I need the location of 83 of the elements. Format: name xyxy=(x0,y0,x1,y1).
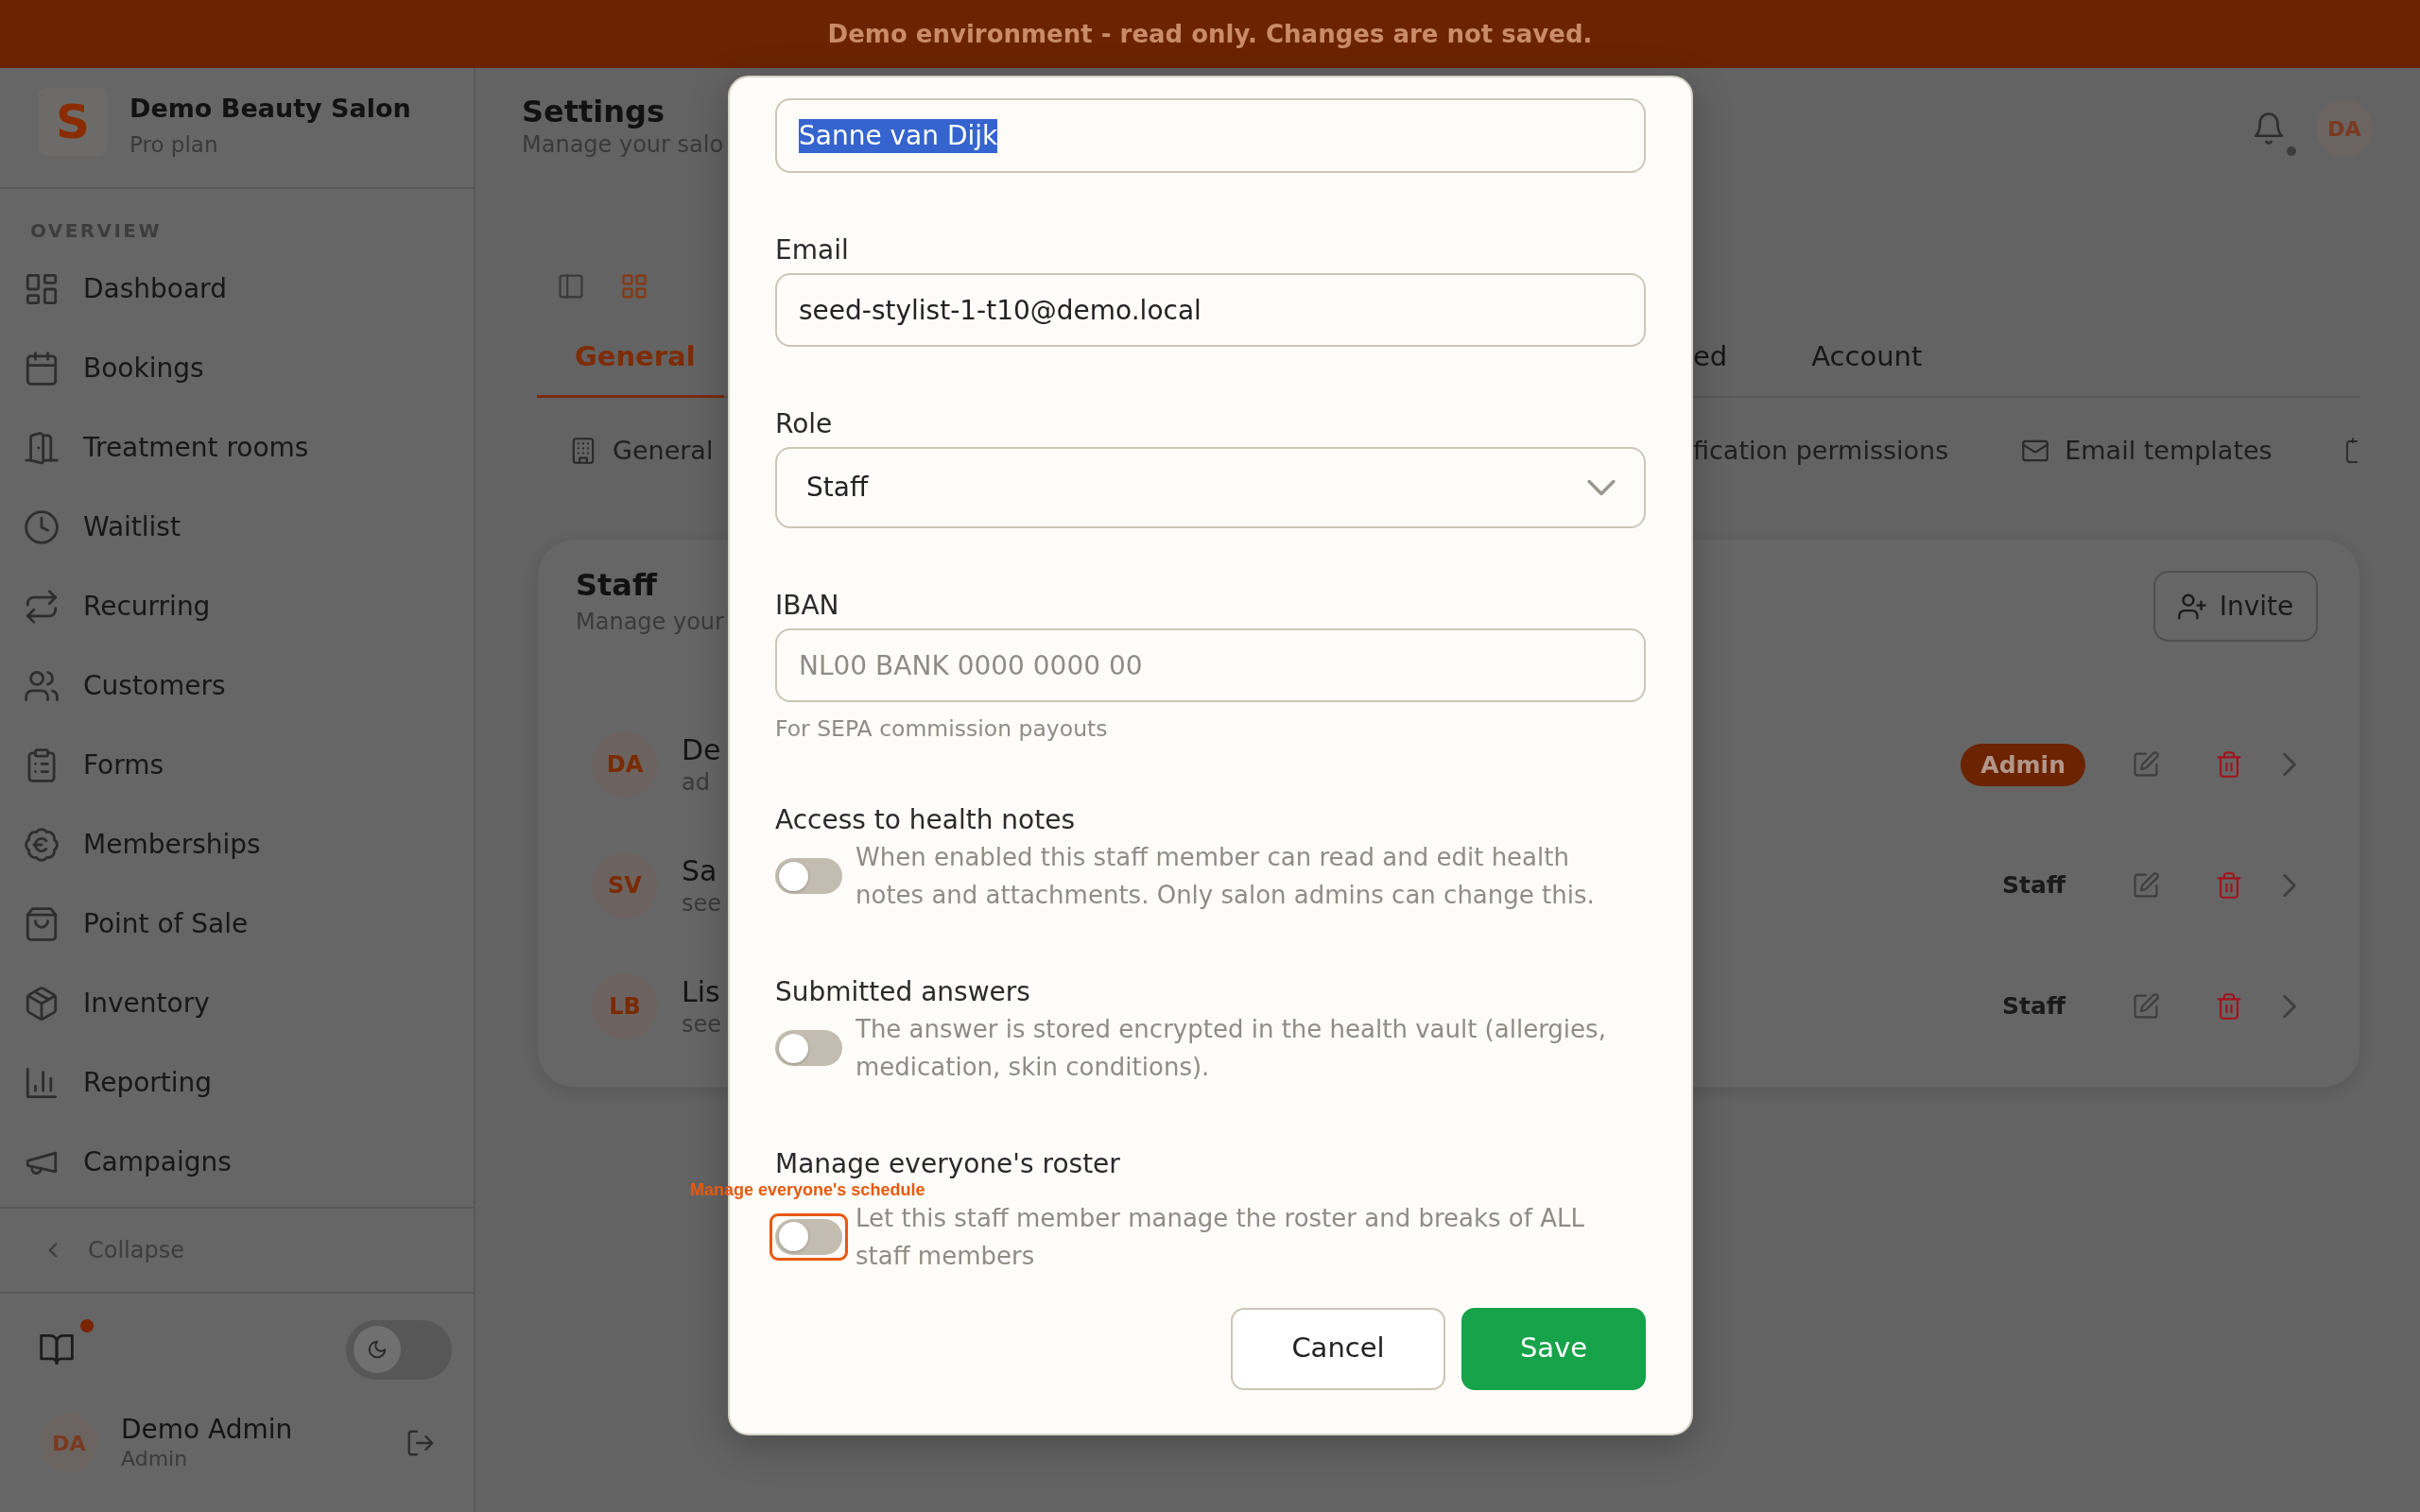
logout-icon[interactable] xyxy=(406,1429,435,1457)
book-icon[interactable] xyxy=(40,1332,74,1366)
select-field[interactable]: Staff xyxy=(775,447,1646,528)
clock-icon xyxy=(25,510,59,544)
sidebar-item[interactable]: Waitlist xyxy=(8,488,466,567)
grid-icon[interactable] xyxy=(621,273,648,300)
sidebar-item[interactable]: Recurring xyxy=(8,567,466,646)
banner-message: Demo environment - read only. Changes are not saved. xyxy=(827,19,1593,50)
calendar-icon xyxy=(25,352,59,386)
salon-name: Demo Beauty Salon xyxy=(130,93,411,125)
sidebar-panel-icon[interactable] xyxy=(558,273,584,300)
input-field[interactable]: seed-stylist-1-t10@demo.local xyxy=(775,273,1646,347)
role-label: Staff xyxy=(2001,991,2066,1022)
sidebar-item[interactable]: Bookings xyxy=(8,329,466,408)
trash-icon[interactable] xyxy=(2216,751,2242,778)
toggle-description: When enabled this staff member can read and edit health notes and attachments. Only salon admins can change this. xyxy=(856,842,1596,911)
user-plus-icon xyxy=(2177,592,2206,621)
toggle-label: Submitted answers xyxy=(775,975,1030,1008)
role-label: Staff xyxy=(2001,870,2066,901)
selected-text: Sanne van Dijk xyxy=(799,118,998,153)
chevron-right-icon[interactable] xyxy=(2282,993,2297,1020)
building-icon xyxy=(570,438,596,464)
sidebar-item[interactable]: Campaigns xyxy=(8,1123,466,1202)
sidebar-item[interactable]: Forms xyxy=(8,726,466,805)
sidebar-item[interactable]: Customers xyxy=(8,646,466,726)
sub-tab[interactable]: Email templates xyxy=(2022,435,2273,467)
dashboard-icon xyxy=(25,272,59,306)
sidebar-item[interactable]: Inventory xyxy=(8,964,466,1043)
cancel-button[interactable]: Cancel xyxy=(1231,1307,1445,1390)
field-label: IBAN xyxy=(775,589,840,623)
sub-tab[interactable]: General xyxy=(570,435,714,467)
trash-icon[interactable] xyxy=(2216,872,2242,899)
edit-icon[interactable] xyxy=(2133,872,2159,899)
brand-logo: S xyxy=(39,88,107,156)
card-title: Staff xyxy=(576,566,659,604)
field-label: Role xyxy=(775,407,834,441)
page-title: Settings xyxy=(522,93,666,130)
staff-avatar: SV xyxy=(592,852,658,919)
toggle-label: Access to health notes xyxy=(775,803,1075,836)
staff-name: De xyxy=(682,732,721,768)
bell-icon[interactable] xyxy=(2253,112,2285,145)
edit-icon[interactable] xyxy=(2133,751,2159,778)
euro-badge-icon xyxy=(25,828,59,862)
invite-button[interactable]: Invite xyxy=(2153,571,2318,642)
staff-avatar: LB xyxy=(592,973,658,1040)
field-label: Email xyxy=(775,233,850,267)
user-name: Demo Admin xyxy=(121,1414,294,1446)
toggle-description: Let this staff member manage the roster and breaks of ALL staff members xyxy=(856,1202,1585,1272)
tab[interactable]: ed xyxy=(1693,326,1728,398)
trash-icon[interactable] xyxy=(2216,993,2242,1020)
field-hint: For SEPA commission payouts xyxy=(775,714,1109,744)
sub-tab[interactable]: fication permissions xyxy=(1693,435,1949,467)
door-icon xyxy=(25,431,59,465)
toggle-switch[interactable] xyxy=(775,1030,842,1066)
input-field[interactable]: Sanne van Dijk xyxy=(775,98,1646,173)
toggle-switch[interactable] xyxy=(775,1218,842,1255)
user-avatar: DA xyxy=(40,1414,98,1472)
sidebar-item[interactable]: Dashboard xyxy=(8,249,466,329)
sidebar-item[interactable]: Point of Sale xyxy=(8,885,466,964)
save-button[interactable]: Save xyxy=(1461,1307,1646,1390)
staff-avatar: DA xyxy=(592,731,658,798)
repeat-icon xyxy=(25,590,59,624)
toggle-description: The answer is stored encrypted in the health vault (allergies, medication, skin conditions). xyxy=(856,1014,1607,1083)
sidebar-item[interactable]: Memberships xyxy=(8,805,466,885)
toggle-label: Manage everyone's roster xyxy=(775,1147,1120,1180)
moon-icon xyxy=(354,1326,401,1373)
envelope-icon xyxy=(2022,438,2049,464)
tab[interactable]: Account xyxy=(1811,326,1923,398)
cut-off-icon[interactable] xyxy=(2345,438,2360,464)
sidebar-item[interactable]: Treatment rooms xyxy=(8,408,466,488)
input-field[interactable]: NL00 BANK 0000 0000 00 xyxy=(775,628,1646,702)
bar-chart-icon xyxy=(25,1066,59,1100)
staff-name: Sa xyxy=(682,853,718,889)
staff-name: Lis xyxy=(682,974,721,1010)
toggle-switch[interactable] xyxy=(775,858,842,894)
edit-icon[interactable] xyxy=(2133,993,2159,1020)
role-badge: Admin xyxy=(1961,743,2085,786)
sidebar-item[interactable]: Reporting xyxy=(8,1043,466,1123)
chevron-right-icon[interactable] xyxy=(2282,872,2297,899)
shopping-bag-icon xyxy=(25,907,59,941)
chevron-right-icon[interactable] xyxy=(2282,751,2297,778)
users-icon xyxy=(25,669,59,703)
box-icon xyxy=(25,987,59,1021)
